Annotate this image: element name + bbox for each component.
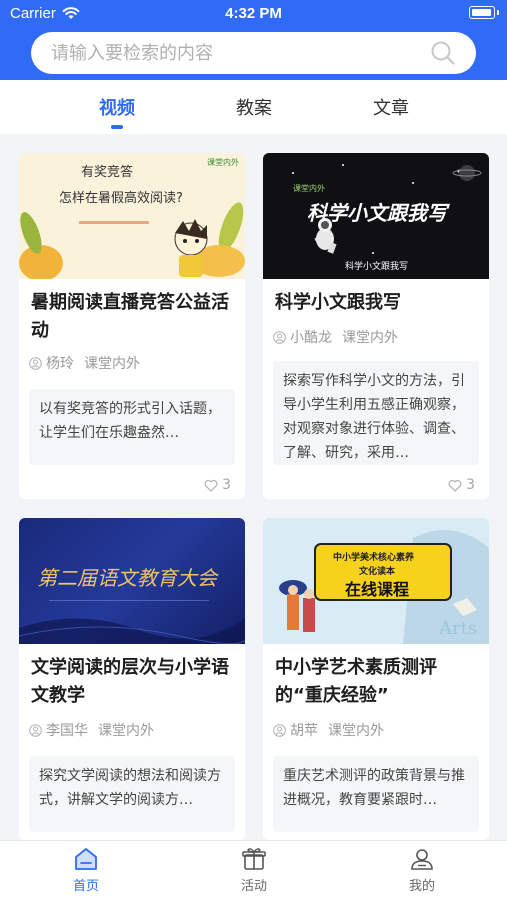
user-icon bbox=[29, 723, 42, 737]
card-source: 课堂内外 bbox=[342, 330, 398, 346]
card-description: 探究文学阅读的想法和阅读方式，讲解文学的阅读方… bbox=[29, 756, 235, 832]
tab-articles[interactable]: 文章 bbox=[351, 94, 431, 120]
content-card[interactable]: 有奖竞答 怎样在暑假高效阅读? 课堂内外 暑期阅读直播竞答公益活动 杨玲 课堂内… bbox=[19, 153, 245, 499]
card-description: 重庆艺术测评的政策背景与推进概况，教育要紧跟时… bbox=[273, 756, 479, 832]
nav-profile[interactable]: 我的 bbox=[382, 847, 462, 894]
user-icon[interactable] bbox=[408, 847, 436, 871]
search-bar[interactable] bbox=[31, 32, 476, 74]
header: Carrier 4:32 PM bbox=[0, 0, 507, 80]
tab-bar: 视频 教案 文章 bbox=[0, 80, 507, 134]
card-meta: 小酷龙 课堂内外 bbox=[273, 327, 398, 347]
nav-home-label: 首页 bbox=[72, 879, 99, 894]
card-thumbnail: 中小学美术核心素养 文化读本 在线课程 Arts bbox=[263, 518, 489, 644]
card-title: 文学阅读的层次与小学语文教学 bbox=[31, 657, 229, 706]
content-card[interactable]: 第二届语文教育大会 文学阅读的层次与小学语文教学 李国华 课堂内外 探究文学阅读… bbox=[19, 518, 245, 840]
thumb-text-primary: 第二届语文教育大会 bbox=[37, 566, 217, 590]
card-title: 暑期阅读直播竞答公益活动 bbox=[31, 292, 229, 341]
battery-icon bbox=[469, 6, 499, 19]
bottom-nav: 首页 活动 我的 bbox=[0, 840, 507, 900]
heart-icon[interactable] bbox=[448, 479, 462, 492]
thumb-brand: 课堂内外 bbox=[293, 184, 325, 193]
user-icon bbox=[273, 330, 286, 344]
nav-activity[interactable]: 活动 bbox=[214, 847, 294, 894]
card-author: 小酷龙 bbox=[290, 330, 332, 346]
gift-icon[interactable] bbox=[240, 847, 268, 871]
status-time: 4:32 PM bbox=[225, 5, 282, 22]
tab-video[interactable]: 视频 bbox=[77, 94, 157, 120]
thumb-text-primary: 有奖竞答 bbox=[81, 165, 134, 180]
nav-home[interactable]: 首页 bbox=[46, 847, 126, 894]
active-tab-indicator bbox=[111, 125, 123, 129]
status-bar: Carrier 4:32 PM bbox=[0, 0, 507, 28]
home-icon[interactable] bbox=[72, 847, 100, 871]
user-icon bbox=[29, 356, 42, 370]
card-meta: 胡苹 课堂内外 bbox=[273, 720, 384, 740]
like-count: 3 bbox=[222, 477, 231, 493]
card-description: 以有奖竞答的形式引入话题，让学生们在乐趣盎然… bbox=[29, 389, 235, 465]
content-card[interactable]: 科学小文跟我写 科学小文跟我写 课堂内外 科学小文跟我写 小酷龙 课堂内外 探索… bbox=[263, 153, 489, 499]
heart-icon[interactable] bbox=[204, 479, 218, 492]
nav-activity-label: 活动 bbox=[240, 879, 267, 894]
card-thumbnail: 有奖竞答 怎样在暑假高效阅读? 课堂内外 bbox=[19, 153, 245, 279]
thumb-text-secondary: 怎样在暑假高效阅读? bbox=[59, 191, 183, 206]
card-thumbnail: 第二届语文教育大会 bbox=[19, 518, 245, 644]
card-source: 课堂内外 bbox=[328, 723, 384, 739]
user-icon bbox=[273, 723, 286, 737]
card-author: 胡苹 bbox=[290, 723, 318, 739]
card-thumbnail: 科学小文跟我写 科学小文跟我写 课堂内外 bbox=[263, 153, 489, 279]
thumb-text-primary: 中小学美术核心素养 bbox=[333, 553, 415, 563]
thumb-text-secondary: 科学小文跟我写 bbox=[345, 262, 409, 272]
tab-lesson-plan[interactable]: 教案 bbox=[214, 94, 294, 120]
card-author: 李国华 bbox=[46, 723, 88, 739]
thumb-brand: 课堂内外 bbox=[207, 158, 239, 167]
thumb-text-primary: 科学小文跟我写 bbox=[307, 201, 447, 225]
card-meta: 杨玲 课堂内外 bbox=[29, 353, 140, 373]
card-source: 课堂内外 bbox=[84, 356, 140, 372]
card-title: 中小学艺术素质测评的“重庆经验” bbox=[275, 657, 437, 706]
like-count: 3 bbox=[466, 477, 475, 493]
search-icon[interactable] bbox=[430, 40, 456, 66]
thumb-text-tertiary: 在线课程 bbox=[345, 580, 410, 599]
card-meta: 李国华 课堂内外 bbox=[29, 720, 154, 740]
card-description: 探索写作科学小文的方法，引导小学生利用五感正确观察，对观察对象进行体验、调查、了… bbox=[273, 361, 479, 465]
content-card[interactable]: 中小学美术核心素养 文化读本 在线课程 Arts 中小学艺术素质测评的“重庆经验… bbox=[263, 518, 489, 840]
card-author: 杨玲 bbox=[46, 356, 74, 372]
card-title: 科学小文跟我写 bbox=[275, 292, 401, 313]
nav-profile-label: 我的 bbox=[408, 879, 435, 894]
thumb-text-arts: Arts bbox=[439, 618, 478, 639]
card-likes[interactable]: 3 bbox=[204, 477, 231, 493]
card-source: 课堂内外 bbox=[98, 723, 154, 739]
search-input[interactable] bbox=[51, 42, 430, 64]
card-likes[interactable]: 3 bbox=[448, 477, 475, 493]
